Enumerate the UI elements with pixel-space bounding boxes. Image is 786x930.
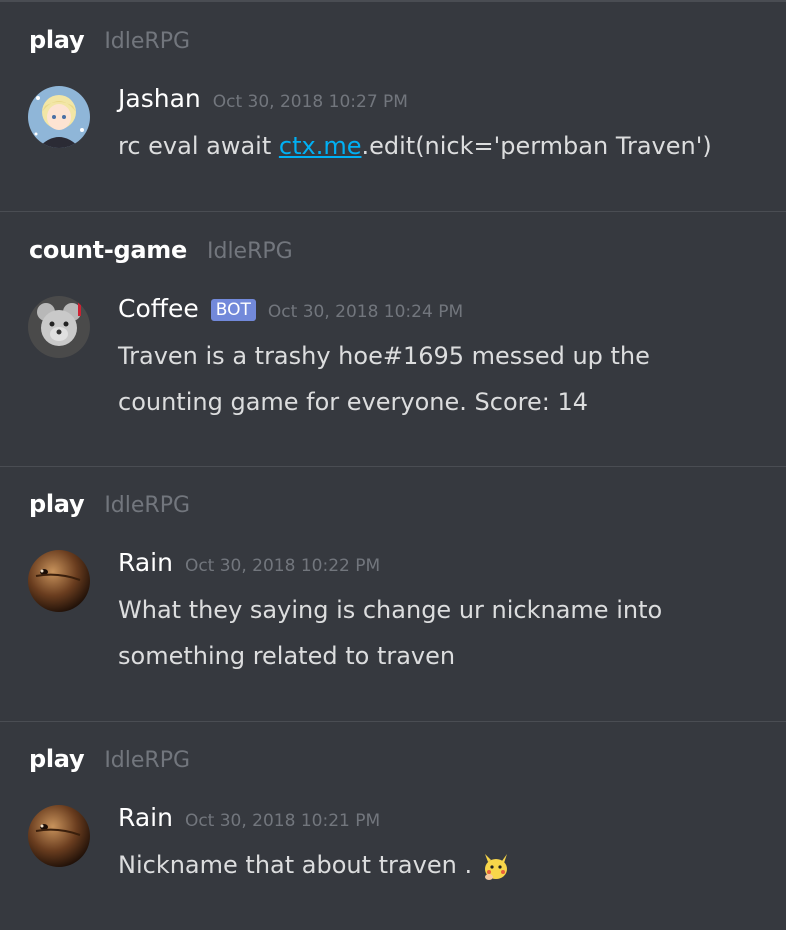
message-header: Jashan Oct 30, 2018 10:27 PM (118, 84, 408, 113)
section-divider (0, 721, 786, 722)
timestamp: Oct 30, 2018 10:24 PM (267, 302, 464, 322)
message-header: Rain Oct 30, 2018 10:21 PM (118, 803, 380, 832)
author-name[interactable]: Rain (118, 548, 173, 577)
message-link[interactable]: ctx.me (279, 132, 362, 160)
message-text: rc eval await (118, 132, 279, 160)
message-content: Traven is a trashy hoe#1695 messed up th… (118, 342, 650, 416)
server-name: IdleRPG (104, 29, 191, 54)
server-name: IdleRPG (206, 239, 293, 264)
channel-name[interactable]: play (29, 745, 85, 773)
message-text: Nickname that about traven . (118, 851, 473, 879)
avatar[interactable] (28, 550, 90, 612)
rain-avatar-icon (28, 805, 90, 867)
thinking-pikachu-emoji-icon[interactable] (480, 851, 510, 881)
channel-header[interactable]: count-game IdleRPG (29, 236, 293, 264)
avatar[interactable] (28, 86, 90, 148)
timestamp: Oct 30, 2018 10:27 PM (212, 92, 408, 112)
avatar[interactable] (28, 296, 90, 358)
server-name: IdleRPG (104, 493, 191, 518)
timestamp: Oct 30, 2018 10:21 PM (184, 811, 381, 831)
bot-badge: BOT (210, 299, 256, 321)
channel-header[interactable]: play IdleRPG (29, 490, 190, 518)
section-divider (0, 466, 786, 467)
teddy-bear-avatar-icon (28, 296, 90, 358)
message-header: Coffee BOT Oct 30, 2018 10:24 PM (118, 294, 463, 323)
channel-name[interactable]: play (29, 26, 85, 54)
message-content: Nickname that about traven . (118, 842, 758, 888)
message-content: rc eval await ctx.me.edit(nick='permban … (118, 123, 758, 169)
author-name[interactable]: Rain (118, 803, 173, 832)
author-name[interactable]: Coffee (118, 294, 199, 323)
avatar[interactable] (28, 805, 90, 867)
author-name[interactable]: Jashan (118, 84, 201, 113)
server-name: IdleRPG (104, 748, 191, 773)
message-text: .edit(nick='permban Traven') (361, 132, 712, 160)
message-header: Rain Oct 30, 2018 10:22 PM (118, 548, 380, 577)
channel-header[interactable]: play IdleRPG (29, 745, 190, 773)
section-divider (0, 211, 786, 212)
channel-name[interactable]: count-game (29, 236, 187, 264)
jashan-avatar-icon (28, 86, 90, 148)
timestamp: Oct 30, 2018 10:22 PM (184, 556, 381, 576)
channel-header[interactable]: play IdleRPG (29, 26, 190, 54)
rain-avatar-icon (28, 550, 90, 612)
channel-name[interactable]: play (29, 490, 85, 518)
top-divider (0, 0, 786, 2)
message-content: What they saying is change ur nickname i… (118, 596, 663, 670)
